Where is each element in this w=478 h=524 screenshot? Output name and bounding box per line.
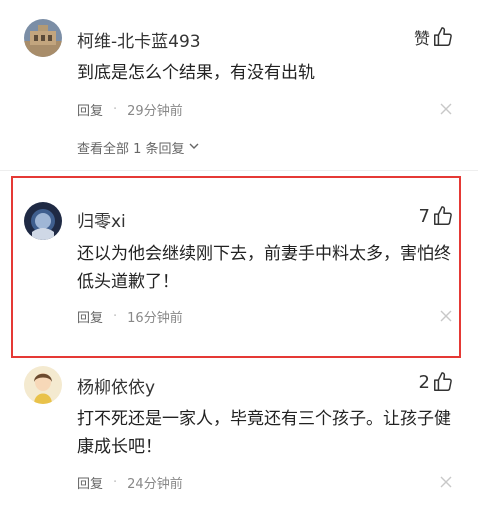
timestamp: 16分钟前 [127, 311, 183, 326]
timestamp: 29分钟前 [127, 104, 183, 119]
comment-text: 到底是怎么个结果，有没有出轨 [77, 63, 315, 83]
like-button[interactable]: 2 [419, 371, 454, 393]
avatar[interactable] [24, 202, 62, 240]
reply-button[interactable]: 回复 [77, 307, 103, 326]
view-all-label: 查看全部 1 条回复 [77, 142, 185, 157]
like-label: 赞 [413, 29, 430, 48]
username[interactable]: 归零xi [77, 207, 126, 232]
divider [0, 170, 478, 171]
comment-text: 还以为他会继续刚下去，前妻手中料太多，害怕终低头道歉了！ [77, 244, 451, 292]
comment-meta: 回复 · 29分钟前 [77, 100, 183, 119]
separator-dot: · [113, 309, 118, 324]
thumbs-up-icon [432, 371, 454, 393]
thumbs-up-icon [432, 205, 454, 227]
username[interactable]: 杨柳依依y [77, 373, 155, 398]
view-all-replies-button[interactable]: 查看全部 1 条回复 [77, 138, 200, 157]
avatar[interactable] [24, 366, 62, 404]
reply-button[interactable]: 回复 [77, 100, 103, 119]
separator-dot: · [113, 102, 118, 117]
thumbs-up-icon [432, 26, 454, 48]
comment-text: 打不死还是一家人，毕竟还有三个孩子。让孩子健康成长吧！ [77, 409, 451, 457]
separator-dot: · [113, 475, 118, 490]
comment-meta: 回复 · 24分钟前 [77, 473, 183, 492]
like-button[interactable]: 7 [419, 205, 454, 227]
close-icon[interactable] [440, 310, 452, 322]
username[interactable]: 柯维-北卡蓝493 [77, 27, 201, 52]
like-count: 2 [418, 371, 430, 393]
like-button[interactable]: 赞 [414, 25, 454, 49]
timestamp: 24分钟前 [127, 477, 183, 492]
close-icon[interactable] [440, 476, 452, 488]
comment-meta: 回复 · 16分钟前 [77, 307, 183, 326]
reply-button[interactable]: 回复 [77, 473, 103, 492]
avatar[interactable] [24, 19, 62, 57]
like-count: 7 [418, 205, 430, 227]
chevron-down-icon [188, 140, 200, 156]
close-icon[interactable] [440, 103, 452, 115]
